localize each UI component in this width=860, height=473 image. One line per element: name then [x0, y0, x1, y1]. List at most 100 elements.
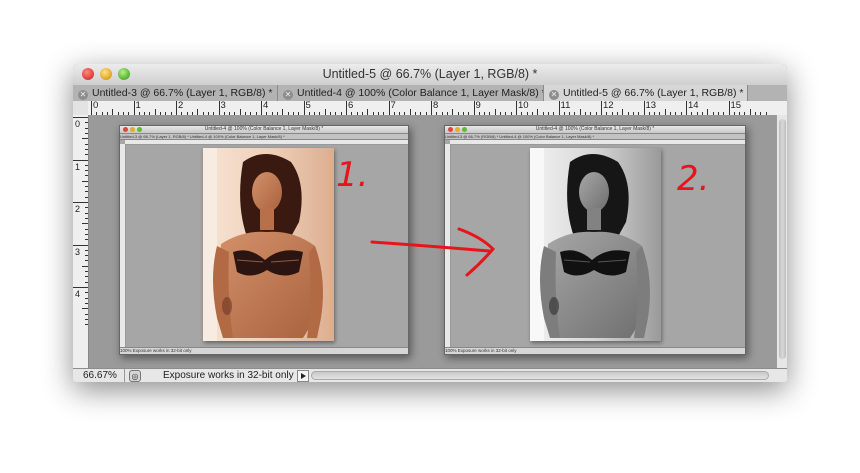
vertical-ruler[interactable]: 0 1 2 3 4: [73, 115, 89, 368]
ruler-major-tick: [73, 159, 88, 161]
close-tab-icon[interactable]: ✕: [549, 90, 559, 100]
tab-untitled-4[interactable]: ✕ Untitled-4 @ 100% (Color Balance 1, Lay…: [278, 85, 544, 101]
step-two-label: 2.: [677, 159, 710, 199]
red-arrow-annotation: [370, 227, 496, 277]
ruler-minor-tick: [85, 249, 88, 251]
ruler-number: 8: [433, 100, 439, 111]
vertical-scrollbar[interactable]: [776, 115, 787, 368]
ruler-minor-tick: [85, 132, 88, 134]
ruler-minor-tick: [85, 207, 88, 209]
horizontal-ruler[interactable]: 0 1 2 3 4 5 6 7 8 9 10 11 12 13 14 15: [88, 101, 787, 116]
ruler-major-tick: [133, 101, 135, 115]
ruler-number: 3: [75, 246, 81, 257]
ruler-major-tick: [473, 101, 475, 115]
ruler-number: 11: [560, 100, 571, 111]
ruler-number: 12: [603, 100, 614, 111]
title-bar[interactable]: Untitled-5 @ 66.7% (Layer 1, RGB/8) *: [73, 64, 787, 86]
ruler-number: 0: [75, 119, 81, 129]
ruler-minor-tick: [85, 186, 88, 188]
ruler-minor-tick: [85, 292, 88, 294]
ruler-number: 4: [75, 289, 81, 299]
ruler-minor-tick: [82, 180, 88, 182]
photoshop-window: Untitled-5 @ 66.7% (Layer 1, RGB/8) * ✕ U…: [73, 64, 787, 382]
status-menu-arrow-icon[interactable]: [297, 370, 309, 382]
ruler-minor-tick: [85, 191, 88, 193]
zoom-level-field[interactable]: 66.67%: [73, 369, 125, 382]
ruler-major-tick: [73, 202, 88, 203]
ruler-number: 6: [348, 100, 354, 111]
tab-label: Untitled-5 @ 66.7% (Layer 1, RGB/8) *: [563, 87, 744, 99]
ruler-major-tick: [601, 101, 602, 115]
ruler-major-tick: [73, 244, 88, 246]
ruler-major-tick: [516, 101, 517, 115]
ruler-major-tick: [643, 101, 645, 115]
ruler-number: 14: [688, 100, 699, 111]
ruler-minor-tick: [82, 138, 88, 140]
ruler-major-tick: [218, 101, 220, 115]
info-icon[interactable]: ◎: [129, 370, 141, 382]
ruler-number: 10: [518, 100, 529, 111]
ruler-minor-tick: [85, 143, 88, 145]
ruler-major-tick: [73, 117, 88, 118]
tab-untitled-3[interactable]: ✕ Untitled-3 @ 66.7% (Layer 1, RGB/8) *: [73, 85, 278, 101]
ruler-number: 9: [475, 100, 481, 111]
horizontal-scrollbar[interactable]: [311, 371, 769, 380]
ruler-major-tick: [431, 101, 432, 115]
ruler-minor-tick: [85, 239, 88, 241]
ruler-minor-tick: [85, 164, 88, 166]
ruler-number: 1: [135, 100, 141, 111]
ruler-minor-tick: [85, 233, 88, 235]
ruler-number: 2: [75, 204, 81, 214]
ruler-number: 1: [75, 161, 81, 172]
ruler-origin[interactable]: [73, 101, 89, 116]
ruler-number: 13: [645, 100, 657, 111]
ruler-major-tick: [346, 101, 347, 115]
ruler-minor-tick: [82, 223, 88, 225]
ruler-minor-tick: [85, 318, 88, 320]
tab-label: Untitled-3 @ 66.7% (Layer 1, RGB/8) *: [92, 87, 273, 99]
ruler-number: 5: [305, 100, 311, 111]
ruler-major-tick: [176, 101, 177, 115]
ruler-minor-tick: [82, 308, 88, 310]
ruler-number: 2: [178, 100, 184, 111]
ruler-number: 3: [220, 100, 226, 111]
ruler-minor-tick: [85, 154, 88, 156]
tab-untitled-5[interactable]: ✕ Untitled-5 @ 66.7% (Layer 1, RGB/8) *: [544, 85, 748, 101]
ruler-minor-tick: [85, 175, 88, 177]
ruler-minor-tick: [85, 170, 88, 172]
ruler-minor-tick: [85, 196, 88, 198]
status-bar: 66.67% ◎ Exposure works in 32-bit only: [73, 368, 787, 382]
vertical-scroll-thumb[interactable]: [779, 119, 786, 359]
ruler-minor-tick: [85, 324, 88, 326]
ruler-minor-tick: [85, 127, 88, 129]
ruler-minor-tick: [85, 217, 88, 219]
ruler-number: 15: [730, 100, 742, 111]
ruler-major-tick: [261, 101, 262, 115]
ruler-major-tick: [91, 101, 92, 115]
ruler-minor-tick: [85, 271, 88, 273]
ruler-minor-tick: [85, 148, 88, 150]
ruler-number: 4: [263, 100, 269, 111]
ruler-number: 7: [390, 100, 396, 111]
ruler-minor-tick: [85, 122, 88, 124]
ruler-major-tick: [73, 287, 88, 288]
ruler-minor-tick: [85, 313, 88, 315]
ruler-minor-tick: [82, 265, 88, 267]
ruler-minor-tick: [85, 276, 88, 278]
step-one-label: 1.: [336, 155, 369, 195]
ruler-major-tick: [686, 101, 687, 115]
ruler-minor-tick: [85, 212, 88, 214]
document-canvas[interactable]: Untitled-4 @ 100% (Color Balance 1, Laye…: [89, 115, 776, 368]
tab-label: Untitled-4 @ 100% (Color Balance 1, Laye…: [297, 87, 544, 99]
ruler-major-tick: [303, 101, 305, 115]
close-tab-icon[interactable]: ✕: [283, 90, 293, 100]
close-tab-icon[interactable]: ✕: [78, 90, 88, 100]
ruler-major-tick: [728, 101, 730, 115]
ruler-minor-tick: [85, 228, 88, 230]
window-title: Untitled-5 @ 66.7% (Layer 1, RGB/8) *: [322, 67, 538, 81]
ruler-minor-tick: [85, 260, 88, 262]
ruler-minor-tick: [85, 297, 88, 299]
status-info-text: Exposure works in 32-bit only: [163, 370, 294, 381]
ruler-major-tick: [388, 101, 390, 115]
ruler-minor-tick: [85, 302, 88, 304]
